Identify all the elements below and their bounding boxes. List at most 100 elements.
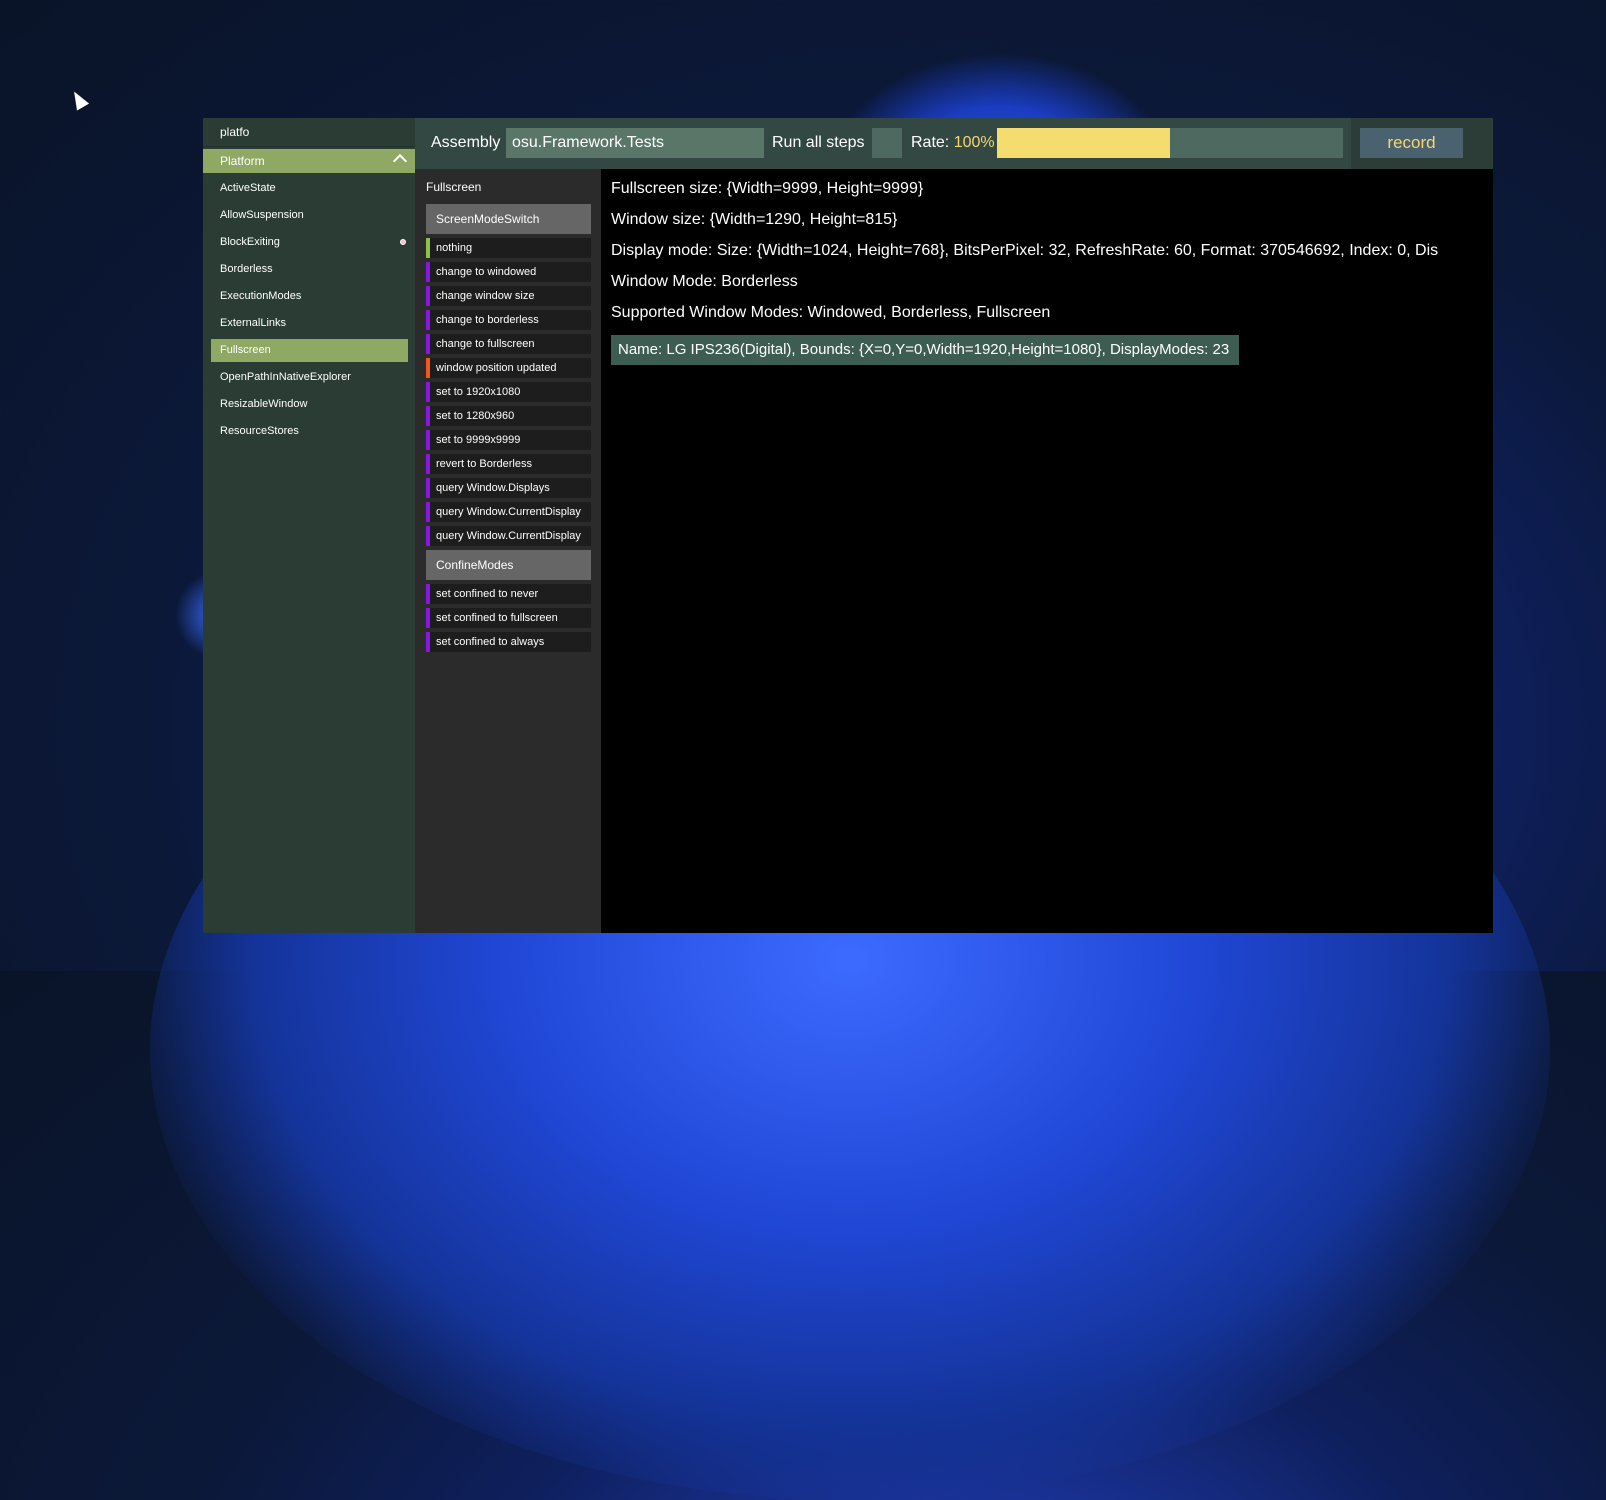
step-label: change to fullscreen <box>436 338 535 350</box>
test-sidebar: platfo Platform ActiveState AllowSuspensi… <box>203 118 415 933</box>
steps-title: Fullscreen <box>426 180 482 194</box>
step-status-bar <box>426 262 430 282</box>
sidebar-item-resourcestores[interactable]: ResourceStores <box>211 420 408 443</box>
test-list: ActiveState AllowSuspension BlockExiting Bo… <box>203 177 415 443</box>
step-label: set to 1920x1080 <box>436 386 521 398</box>
step-label: nothing <box>436 242 473 254</box>
test-content: Fullscreen size: {Width=9999, Height=999… <box>601 169 1493 933</box>
step-button[interactable]: set confined to always <box>426 632 591 652</box>
step-label: set confined to fullscreen <box>436 612 558 624</box>
display-mode-text: Display mode: Size: {Width=1024, Height=… <box>611 242 1439 259</box>
step-status-bar <box>426 584 430 604</box>
search-input[interactable]: platfo <box>203 118 415 147</box>
rate-label: Rate: 100% <box>911 134 995 152</box>
step-label: query Window.Displays <box>436 482 550 494</box>
status-dot-icon <box>400 239 406 245</box>
step-status-bar <box>426 334 430 354</box>
step-button[interactable]: query Window.CurrentDisplay <box>426 502 591 522</box>
step-label: set confined to never <box>436 588 539 600</box>
supported-modes-text: Supported Window Modes: Windowed, Border… <box>611 304 1051 321</box>
window-mode-text: Window Mode: Borderless <box>611 273 798 290</box>
sidebar-item-label: ResizableWindow <box>220 398 308 410</box>
step-button[interactable]: revert to Borderless <box>426 454 591 474</box>
test-group-platform[interactable]: Platform <box>203 149 415 173</box>
sidebar-item-blockexiting[interactable]: BlockExiting <box>211 231 408 254</box>
step-label: query Window.CurrentDisplay <box>436 506 581 518</box>
sidebar-item-label: Fullscreen <box>220 344 271 356</box>
run-all-steps-label: Run all steps <box>772 134 865 151</box>
sidebar-item-label: Borderless <box>220 263 273 275</box>
step-status-bar <box>426 358 430 378</box>
sidebar-item-openpathinnativeexplorer[interactable]: OpenPathInNativeExplorer <box>211 366 408 389</box>
step-label: set to 1280x960 <box>436 410 515 422</box>
steps-list: ScreenModeSwitch nothing change to windowe… <box>426 204 591 656</box>
step-status-bar <box>426 286 430 306</box>
sidebar-item-label: ActiveState <box>220 182 276 194</box>
step-label: change to windowed <box>436 266 537 278</box>
run-all-steps-checkbox[interactable] <box>872 128 902 158</box>
sidebar-item-resizablewindow[interactable]: ResizableWindow <box>211 393 408 416</box>
chevron-up-icon[interactable] <box>392 153 408 169</box>
sidebar-item-label: ResourceStores <box>220 425 299 437</box>
record-panel: record <box>1351 118 1493 169</box>
step-status-bar <box>426 478 430 498</box>
step-label: set to 9999x9999 <box>436 434 521 446</box>
step-button[interactable]: window position updated <box>426 358 591 378</box>
step-button[interactable]: set to 9999x9999 <box>426 430 591 450</box>
steps-panel: Fullscreen ScreenModeSwitch nothing change… <box>415 169 601 933</box>
step-group-header[interactable]: ConfineModes <box>426 550 591 580</box>
step-status-bar <box>426 454 430 474</box>
rate-slider[interactable] <box>997 128 1343 158</box>
step-button[interactable]: set confined to fullscreen <box>426 608 591 628</box>
sidebar-item-allowsuspension[interactable]: AllowSuspension <box>211 204 408 227</box>
step-button[interactable]: set confined to never <box>426 584 591 604</box>
step-label: change window size <box>436 290 535 302</box>
sidebar-item-label: AllowSuspension <box>220 209 304 221</box>
step-label: query Window.CurrentDisplay <box>436 530 581 542</box>
step-status-bar <box>426 632 430 652</box>
step-status-bar <box>426 382 430 402</box>
step-button[interactable]: query Window.Displays <box>426 478 591 498</box>
sidebar-item-label: BlockExiting <box>220 236 280 248</box>
assembly-field[interactable]: osu.Framework.Tests <box>506 128 764 158</box>
step-status-bar <box>426 406 430 426</box>
sidebar-item-executionmodes[interactable]: ExecutionModes <box>211 285 408 308</box>
step-status-bar <box>426 238 430 258</box>
step-status-bar <box>426 430 430 450</box>
sidebar-item-label: ExternalLinks <box>220 317 287 329</box>
sidebar-item-label: ExecutionModes <box>220 290 302 302</box>
sidebar-item-fullscreen[interactable]: Fullscreen <box>211 339 408 362</box>
step-button[interactable]: change to fullscreen <box>426 334 591 354</box>
mouse-cursor-icon <box>68 88 90 111</box>
step-button[interactable]: nothing <box>426 238 591 258</box>
rate-label-text: Rate: <box>911 134 950 151</box>
sidebar-item-externallinks[interactable]: ExternalLinks <box>211 312 408 335</box>
step-status-bar <box>426 526 430 546</box>
sidebar-item-borderless[interactable]: Borderless <box>211 258 408 281</box>
step-button[interactable]: change to borderless <box>426 310 591 330</box>
step-label: change to borderless <box>436 314 539 326</box>
toolbar: Assembly osu.Framework.Tests Run all ste… <box>415 118 1493 169</box>
step-button[interactable]: set to 1920x1080 <box>426 382 591 402</box>
step-button[interactable]: change window size <box>426 286 591 306</box>
record-button[interactable]: record <box>1360 128 1463 158</box>
fullscreen-size-text: Fullscreen size: {Width=9999, Height=999… <box>611 180 924 197</box>
step-status-bar <box>426 608 430 628</box>
rate-slider-fill <box>997 128 1170 158</box>
window-size-text: Window size: {Width=1290, Height=815} <box>611 211 898 228</box>
step-group-header[interactable]: ScreenModeSwitch <box>426 204 591 234</box>
test-browser-window: platfo Platform ActiveState AllowSuspensi… <box>203 118 1493 933</box>
step-label: set confined to always <box>436 636 545 648</box>
step-button[interactable]: change to windowed <box>426 262 591 282</box>
step-status-bar <box>426 502 430 522</box>
step-status-bar <box>426 310 430 330</box>
rate-value: 100% <box>953 134 995 151</box>
assembly-label: Assembly <box>431 134 501 151</box>
sidebar-item-activestate[interactable]: ActiveState <box>211 177 408 200</box>
sidebar-item-label: OpenPathInNativeExplorer <box>220 371 351 383</box>
step-button[interactable]: query Window.CurrentDisplay <box>426 526 591 546</box>
step-label: window position updated <box>436 362 557 374</box>
group-label: Platform <box>220 154 265 168</box>
display-dropdown-item[interactable]: Name: LG IPS236(Digital), Bounds: {X=0,Y… <box>611 335 1240 365</box>
step-button[interactable]: set to 1280x960 <box>426 406 591 426</box>
